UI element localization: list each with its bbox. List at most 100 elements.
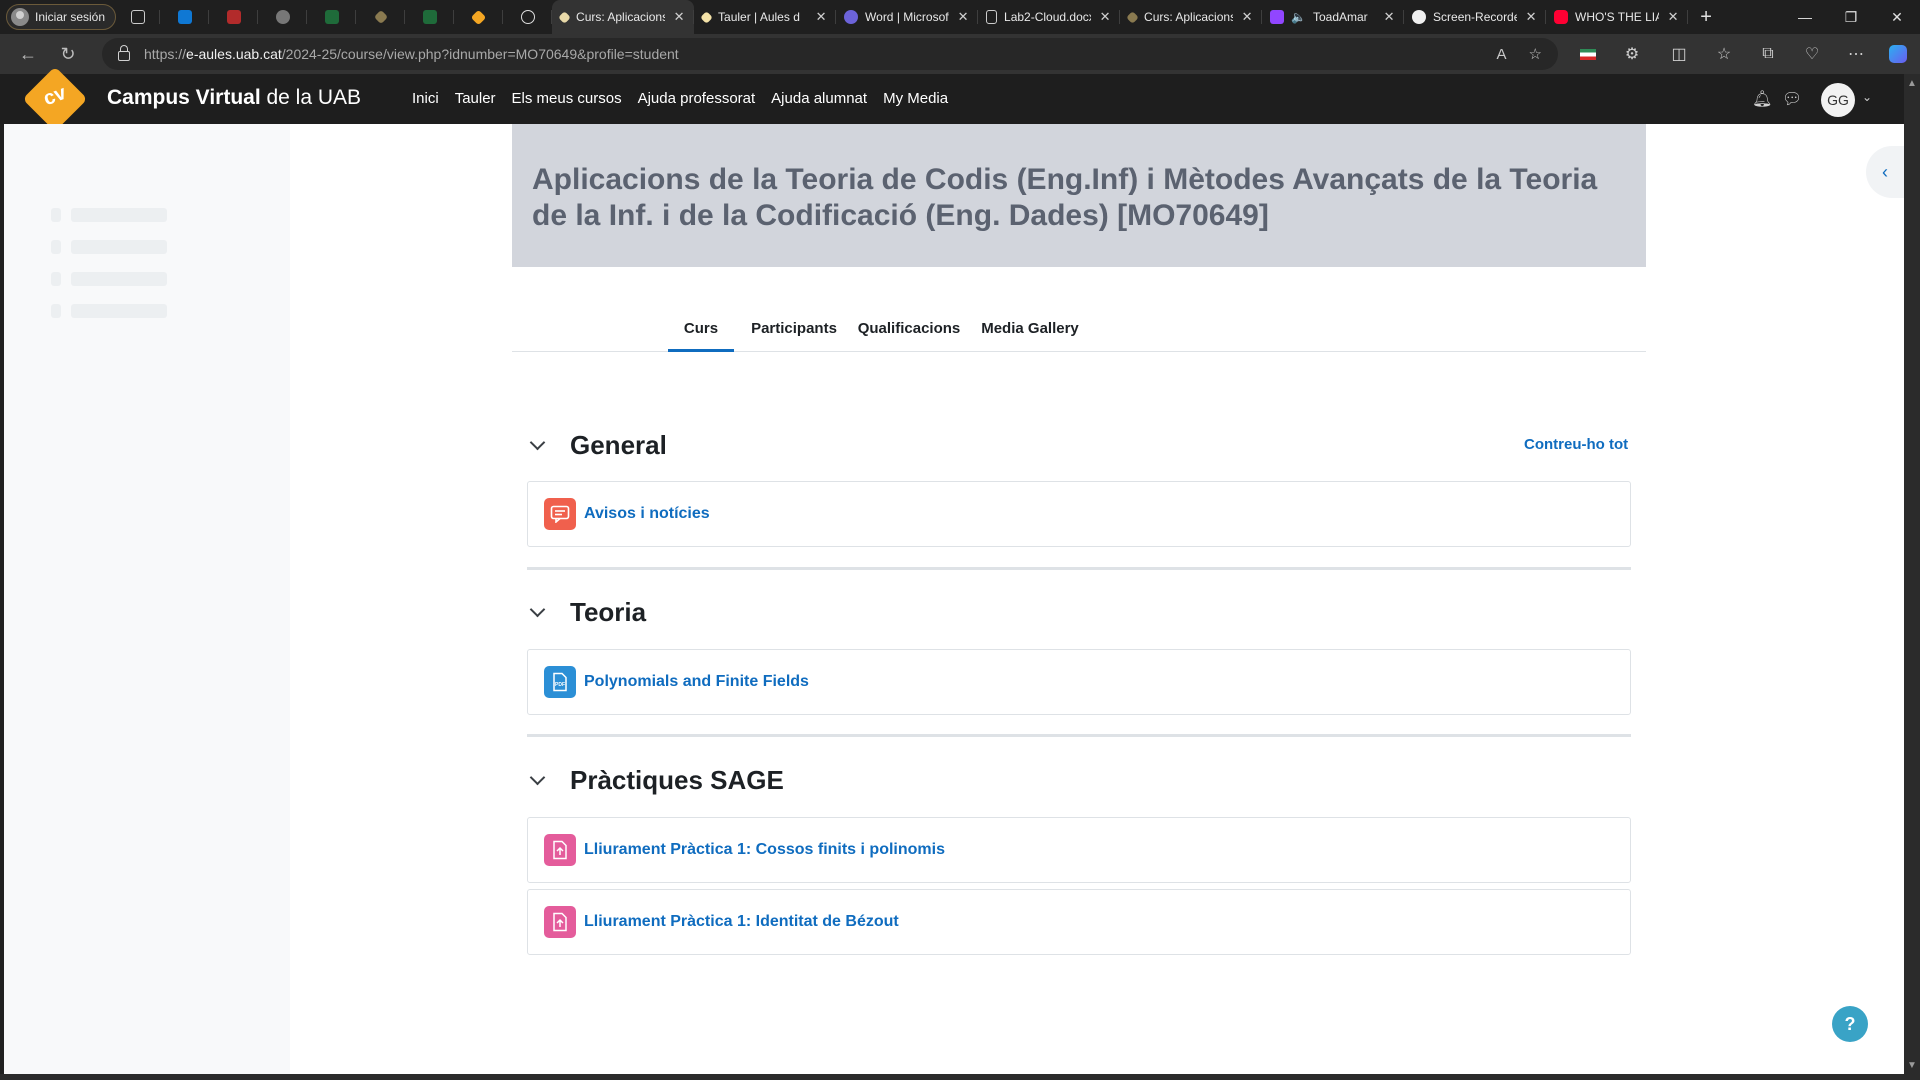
tab-pinned-cv[interactable] <box>454 0 504 34</box>
restore-button[interactable]: ❐ <box>1828 0 1874 34</box>
tab-pinned-check[interactable] <box>258 0 308 34</box>
site-header: cv Campus Virtual de la UAB Inici Tauler… <box>0 66 1904 132</box>
tab-title: Curs: Aplicacions <box>1144 10 1234 24</box>
close-icon[interactable]: ✕ <box>1524 9 1538 25</box>
tab-qualificacions[interactable]: Qualificacions <box>854 308 964 352</box>
section-title[interactable]: General <box>570 430 667 461</box>
tab-title: Screen-Recorder <box>1433 10 1518 24</box>
tab-curs[interactable]: Curs <box>668 308 734 352</box>
close-icon[interactable]: ✕ <box>1382 9 1396 25</box>
tab-0[interactable]: Curs: Aplicacions ✕ <box>552 0 695 34</box>
refresh-button[interactable]: ↻ <box>48 38 88 70</box>
nav-ajuda-professorat[interactable]: Ajuda professorat <box>638 90 756 107</box>
activity-name[interactable]: Lliurament Pràctica 1: Identitat de Bézo… <box>584 913 899 931</box>
outlook-icon <box>177 10 192 24</box>
activity-name[interactable]: Avisos i notícies <box>584 505 710 523</box>
chevron-down-icon[interactable]: ⌄ <box>1862 90 1872 104</box>
help-button[interactable]: ? <box>1832 1006 1868 1042</box>
read-aloud-icon[interactable]: A <box>1497 46 1507 63</box>
messages-icon[interactable]: 💬︎ <box>1782 89 1802 109</box>
tab-pinned-outlook[interactable] <box>160 0 210 34</box>
user-avatar[interactable]: GG <box>1821 83 1855 117</box>
close-icon[interactable]: ✕ <box>814 9 828 25</box>
close-window-button[interactable]: ✕ <box>1874 0 1920 34</box>
chevron-down-icon[interactable] <box>528 435 548 455</box>
brand-bold: Campus Virtual <box>107 86 261 109</box>
new-tab-button[interactable]: + <box>1688 6 1724 29</box>
favorite-star-icon[interactable]: ☆ <box>1529 45 1542 63</box>
activity-polynomials-and-finite-fields[interactable]: PDF Polynomials and Finite Fields <box>527 649 1631 715</box>
assignment-icon <box>544 834 576 866</box>
profile-button[interactable]: Iniciar sesión <box>6 4 117 30</box>
nav-tauler[interactable]: Tauler <box>455 90 496 107</box>
tab-pinned-red[interactable] <box>209 0 259 34</box>
open-block-drawer-button[interactable]: ‹ <box>1866 146 1904 198</box>
more-menu-icon[interactable]: ⋯ <box>1840 38 1872 70</box>
profile-label: Iniciar sesión <box>35 10 106 24</box>
tab-3[interactable]: Lab2-Cloud.docx ✕ <box>978 0 1121 34</box>
cv-icon <box>470 9 487 25</box>
tab-pinned-moodle[interactable] <box>356 0 406 34</box>
tab-1[interactable]: Tauler | Aules d ✕ <box>694 0 837 34</box>
url-prefix: https:// <box>144 46 187 62</box>
page-scrollbar[interactable]: ▲ ▼ <box>1904 74 1920 1074</box>
tab-4[interactable]: Curs: Aplicacions ✕ <box>1120 0 1263 34</box>
close-icon[interactable]: ✕ <box>1666 9 1680 25</box>
tab-title: Curs: Aplicacions <box>576 10 666 24</box>
scroll-down-icon[interactable]: ▼ <box>1907 1060 1917 1071</box>
url-field[interactable]: https://e-aules.uab.cat/2024-25/course/v… <box>102 38 1558 70</box>
brand-rest: de la UAB <box>260 86 362 109</box>
nav-my-media[interactable]: My Media <box>883 90 948 107</box>
nav-els-meus-cursos[interactable]: Els meus cursos <box>512 90 622 107</box>
activity-avisos-i-noticies[interactable]: Avisos i notícies <box>527 481 1631 547</box>
chevron-down-icon[interactable] <box>528 770 548 790</box>
tab-title: Lab2-Cloud.docx <box>1004 10 1092 24</box>
tab-pinned-uab[interactable] <box>307 0 357 34</box>
nav-ajuda-alumnat[interactable]: Ajuda alumnat <box>771 90 867 107</box>
chevron-left-icon: ‹ <box>1882 161 1888 182</box>
tab-5[interactable]: 🔈 ToadAmar ✕ <box>1262 0 1405 34</box>
tab-pinned-uab-2[interactable] <box>405 0 455 34</box>
copilot-icon[interactable] <box>1882 38 1914 70</box>
close-icon[interactable]: ✕ <box>956 9 970 25</box>
browser-essentials-icon[interactable]: ♡ <box>1796 38 1828 70</box>
tab-media-gallery[interactable]: Media Gallery <box>978 308 1082 352</box>
activity-lliurament-practica-1-cossos-finits[interactable]: Lliurament Pràctica 1: Cossos finits i p… <box>527 817 1631 883</box>
activity-name[interactable]: Lliurament Pràctica 1: Cossos finits i p… <box>584 841 945 859</box>
tab-pinned-chatgpt[interactable] <box>503 0 553 34</box>
collections-icon[interactable]: ⧉ <box>1752 38 1784 70</box>
close-icon[interactable]: ✕ <box>1098 9 1112 25</box>
minimize-button[interactable]: — <box>1782 0 1828 34</box>
activity-lliurament-practica-1-identitat-bezout[interactable]: Lliurament Pràctica 1: Identitat de Bézo… <box>527 889 1631 955</box>
moodle-icon <box>700 10 713 24</box>
split-screen-icon[interactable]: ◫ <box>1663 38 1695 70</box>
tab-7[interactable]: WHO'S THE LIA ✕ <box>1546 0 1689 34</box>
extension-flag-icon[interactable] <box>1572 38 1604 70</box>
moodle-icon <box>558 10 571 24</box>
tab-2[interactable]: Word | Microsoft ✕ <box>836 0 979 34</box>
tab-participants[interactable]: Participants <box>749 308 839 352</box>
extensions-icon[interactable]: ⚙ <box>1616 38 1648 70</box>
twitch-icon <box>1270 10 1285 24</box>
chevron-down-icon[interactable] <box>528 602 548 622</box>
activity-name[interactable]: Polynomials and Finite Fields <box>584 673 809 691</box>
speaker-icon[interactable]: 🔈 <box>1291 10 1306 24</box>
section-title[interactable]: Pràctiques SAGE <box>570 765 784 796</box>
moodle-icon <box>1126 10 1139 24</box>
url-path: /2024-25/course/view.php?idnumber=MO7064… <box>281 46 679 62</box>
tab-6[interactable]: Screen-Recorder ✕ <box>1404 0 1547 34</box>
scroll-up-icon[interactable]: ▲ <box>1907 78 1917 89</box>
notifications-bell-icon[interactable]: 🔔︎ <box>1752 89 1772 109</box>
skeleton-bullet <box>51 272 61 286</box>
back-button[interactable]: ← <box>8 38 48 70</box>
collapse-all-link[interactable]: Contreu-ho tot <box>1524 436 1628 453</box>
section-divider <box>527 734 1631 737</box>
svg-text:PDF: PDF <box>555 682 565 688</box>
favorites-icon[interactable]: ☆ <box>1708 38 1740 70</box>
close-icon[interactable]: ✕ <box>1240 9 1254 25</box>
nav-inici[interactable]: Inici <box>412 90 439 107</box>
close-icon[interactable]: ✕ <box>672 9 686 25</box>
tab-workspaces[interactable] <box>116 0 161 34</box>
site-brand[interactable]: Campus Virtual de la UAB <box>107 86 361 110</box>
section-title[interactable]: Teoria <box>570 597 646 628</box>
